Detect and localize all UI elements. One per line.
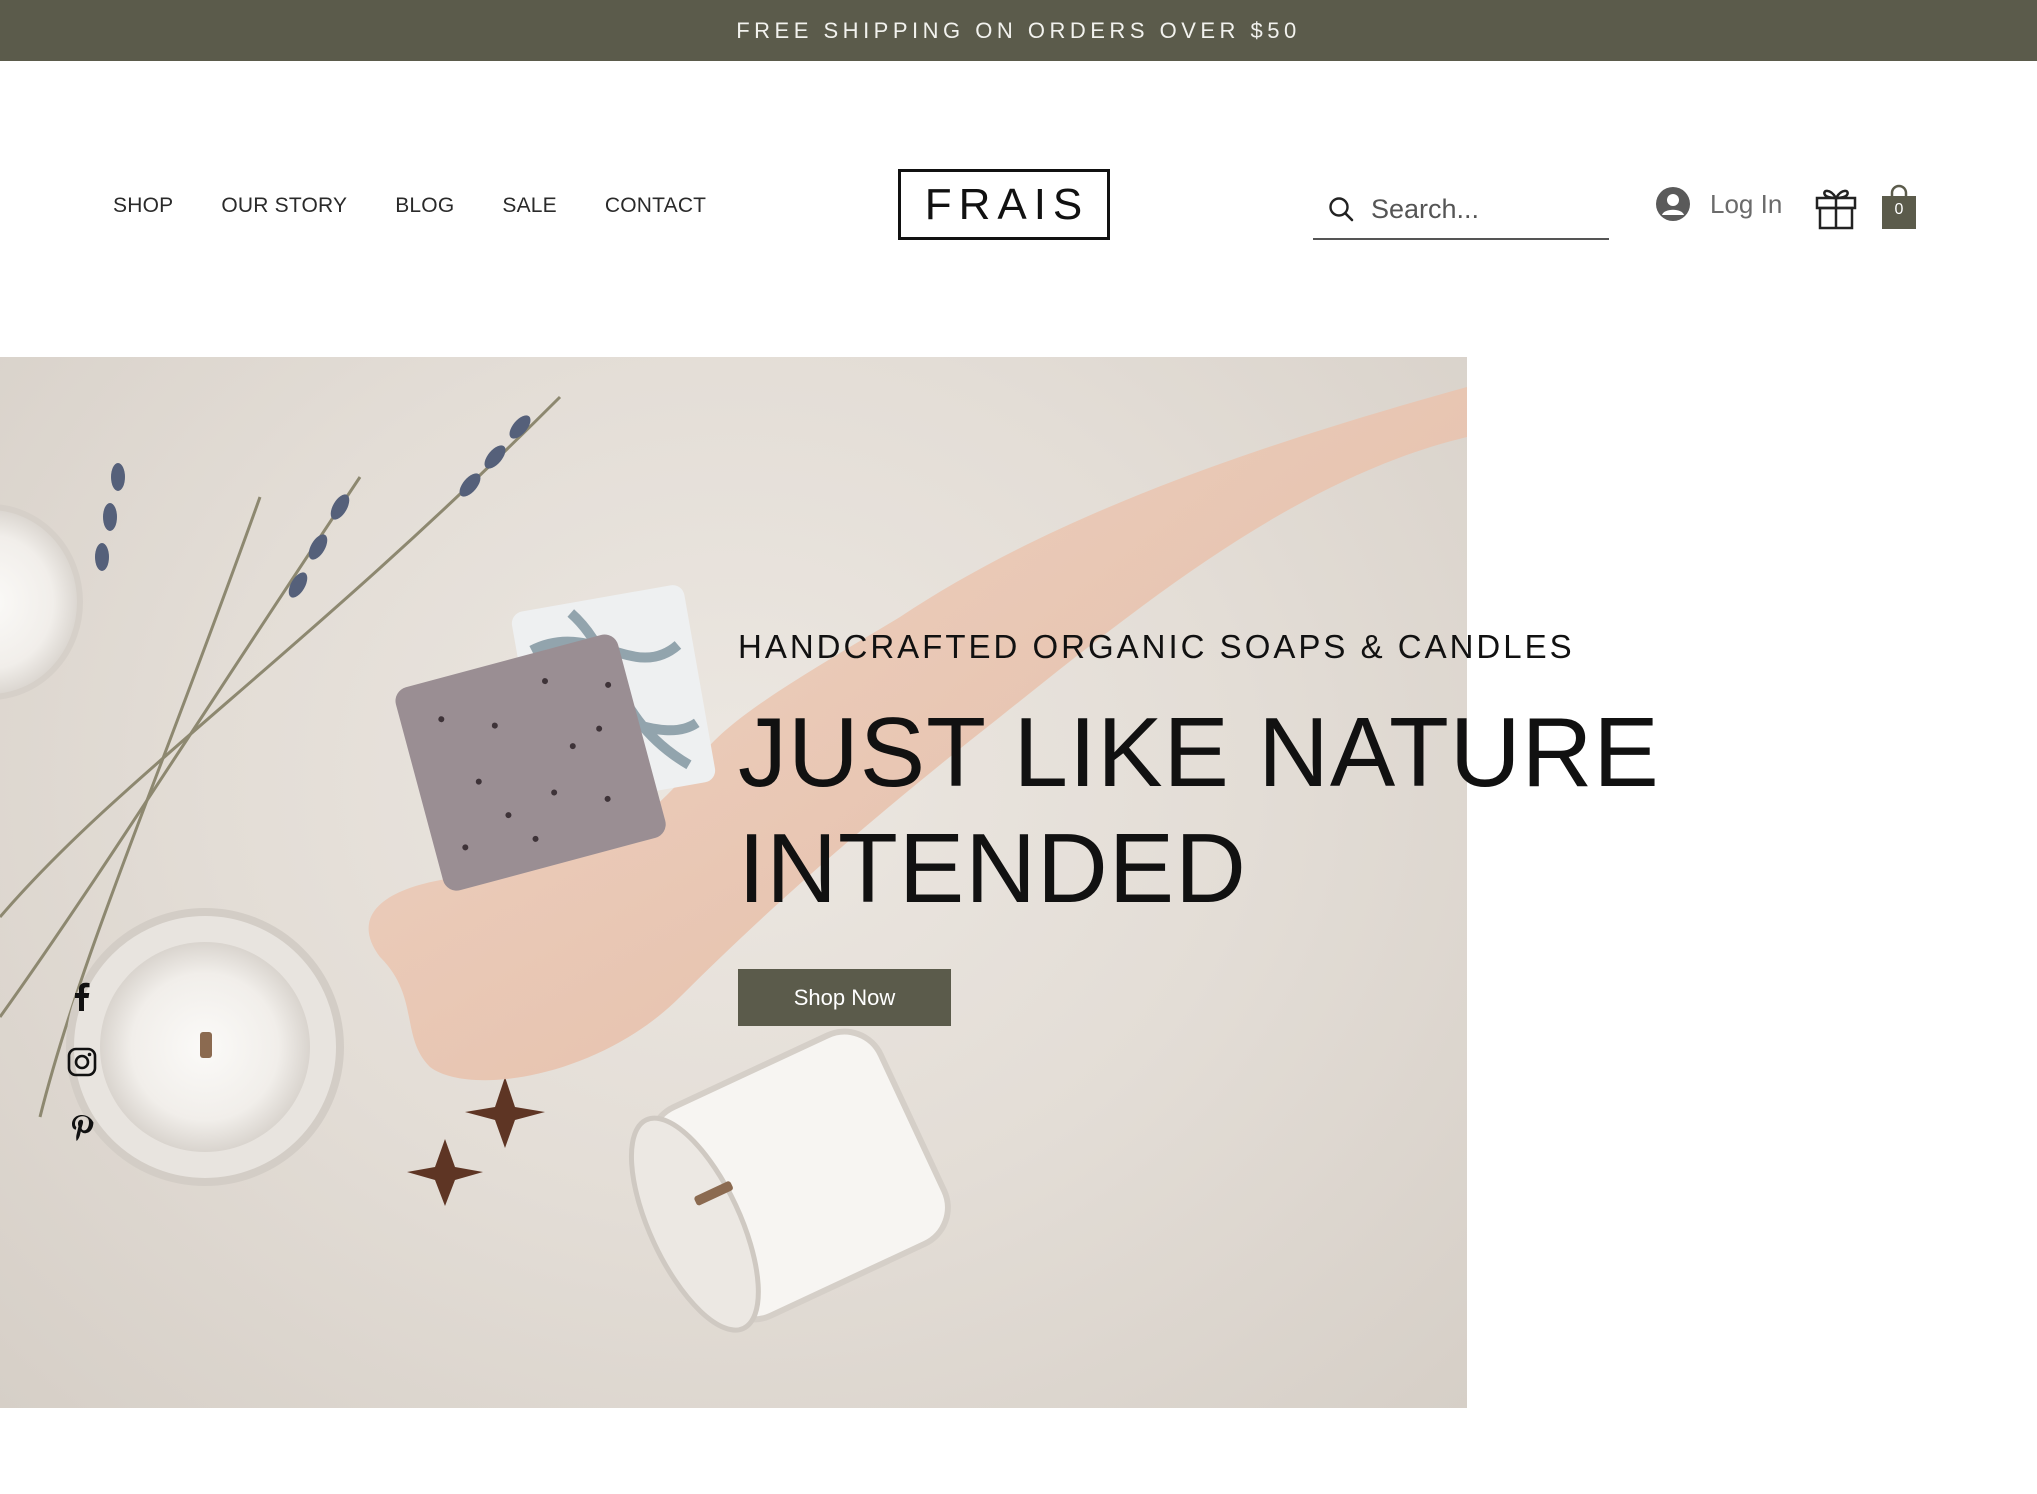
login-button[interactable]: Log In xyxy=(1656,187,1782,221)
announcement-text: FREE SHIPPING ON ORDERS OVER $50 xyxy=(736,17,1301,43)
search-icon[interactable] xyxy=(1327,195,1355,223)
hero-title: JUST LIKE NATURE INTENDED xyxy=(738,694,1660,926)
search-input[interactable] xyxy=(1371,193,1591,225)
nav-sale[interactable]: SALE xyxy=(502,194,557,218)
facebook-icon[interactable] xyxy=(66,980,98,1012)
nav-contact[interactable]: CONTACT xyxy=(605,194,706,218)
shop-now-button[interactable]: Shop Now xyxy=(738,969,951,1026)
nav-shop[interactable]: SHOP xyxy=(113,194,173,218)
cart-count: 0 xyxy=(1894,201,1904,218)
announcement-bar: FREE SHIPPING ON ORDERS OVER $50 xyxy=(0,0,2037,61)
hero-subtitle: HANDCRAFTED ORGANIC SOAPS & CANDLES xyxy=(738,628,1575,665)
main-nav: SHOP OUR STORY BLOG SALE CONTACT xyxy=(113,194,754,218)
hero-text-block: HANDCRAFTED ORGANIC SOAPS & CANDLES JUST… xyxy=(738,628,1660,926)
nav-our-story[interactable]: OUR STORY xyxy=(221,194,347,218)
gift-icon[interactable] xyxy=(1815,186,1857,230)
search-bar[interactable] xyxy=(1313,180,1609,240)
hero-title-line-2: INTENDED xyxy=(738,813,1247,923)
user-avatar-icon xyxy=(1656,187,1690,221)
instagram-icon[interactable] xyxy=(66,1046,98,1078)
pinterest-icon[interactable] xyxy=(66,1112,98,1144)
site-logo[interactable]: FRAIS xyxy=(898,169,1110,240)
hero-title-line-1: JUST LIKE NATURE xyxy=(738,697,1660,807)
social-links xyxy=(66,980,98,1178)
login-label: Log In xyxy=(1710,188,1783,219)
nav-blog[interactable]: BLOG xyxy=(395,194,454,218)
